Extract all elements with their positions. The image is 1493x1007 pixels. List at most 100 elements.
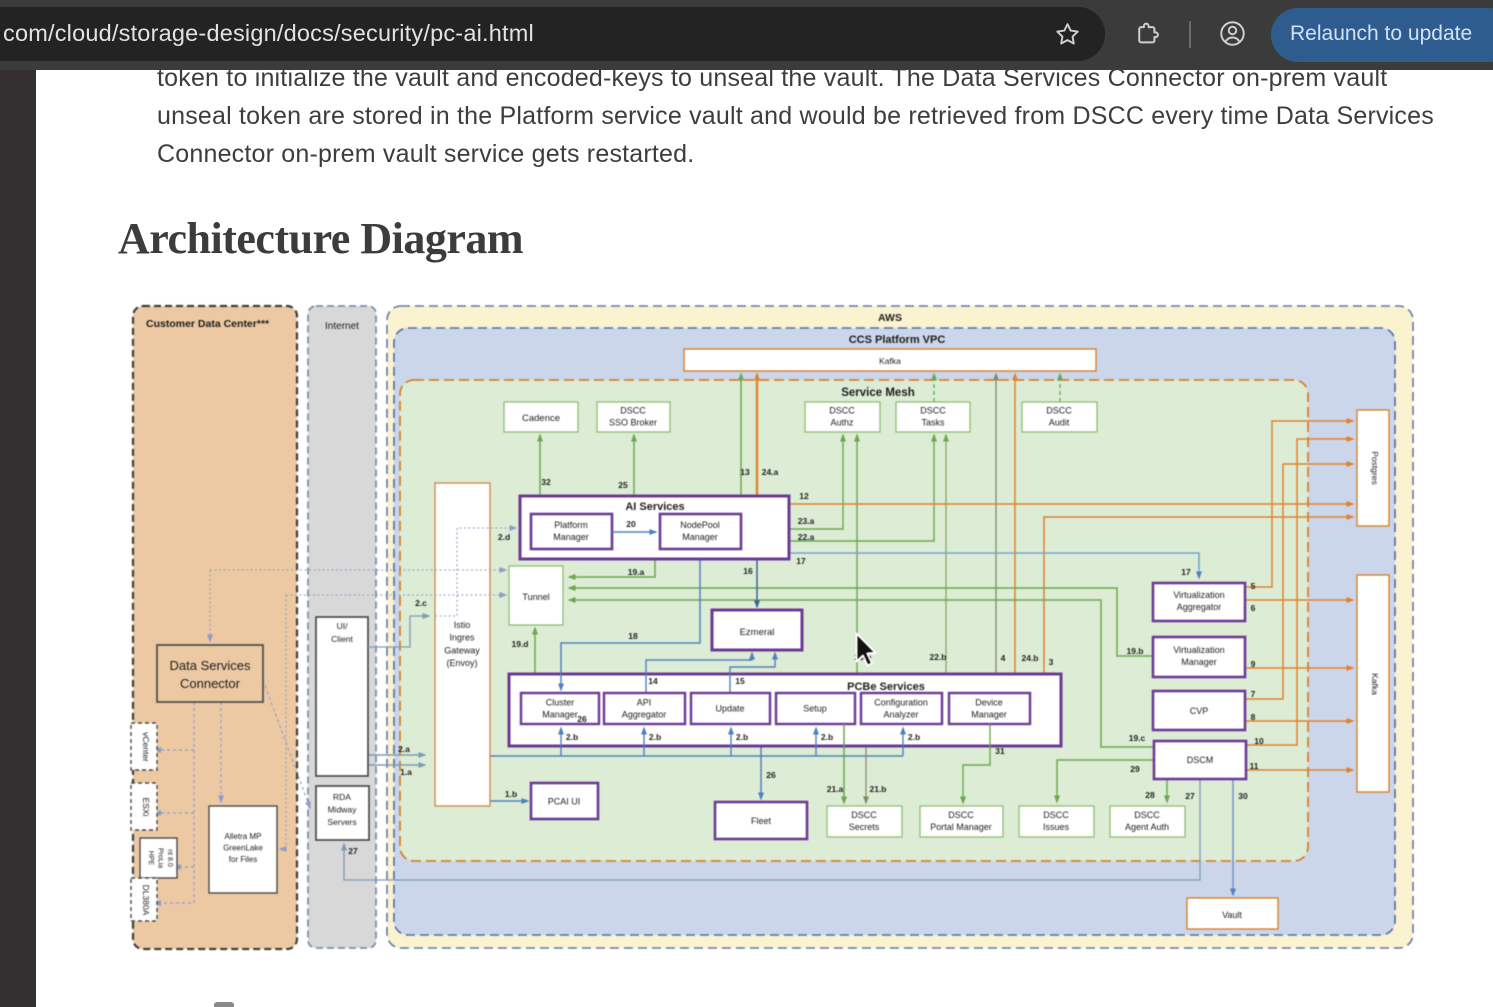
svg-text:Update: Update	[715, 704, 744, 714]
svg-text:for Files: for Files	[229, 855, 257, 864]
svg-text:Cluster: Cluster	[546, 698, 575, 708]
svg-text:GreenLake: GreenLake	[223, 844, 263, 853]
svg-text:7: 7	[1251, 689, 1256, 699]
svg-text:DSCC: DSCC	[829, 406, 855, 416]
svg-text:Data Services: Data Services	[170, 658, 251, 673]
svg-text:2.b: 2.b	[649, 732, 661, 742]
svg-text:25: 25	[618, 480, 628, 490]
svg-text:Aggregator: Aggregator	[1177, 602, 1222, 612]
svg-text:DSCC: DSCC	[948, 810, 974, 820]
svg-text:15: 15	[735, 676, 745, 686]
svg-text:Manager: Manager	[553, 532, 589, 542]
svg-text:23.a: 23.a	[798, 516, 815, 526]
svg-text:Manager: Manager	[682, 532, 718, 542]
svg-text:API: API	[637, 698, 652, 708]
svg-text:(Envoy): (Envoy)	[446, 658, 477, 668]
svg-text:PCBe Services: PCBe Services	[847, 681, 925, 693]
svg-text:Ingres: Ingres	[449, 633, 475, 643]
svg-text:32: 32	[541, 477, 551, 487]
svg-text:Manager: Manager	[1181, 657, 1217, 667]
svg-text:17: 17	[796, 556, 806, 566]
svg-text:2.c: 2.c	[415, 598, 427, 608]
svg-text:11: 11	[1250, 761, 1259, 771]
svg-text:nt 8.0: nt 8.0	[166, 849, 173, 867]
svg-text:PCAI UI: PCAI UI	[548, 797, 581, 807]
svg-text:Kafka: Kafka	[879, 356, 901, 366]
svg-text:AWS: AWS	[878, 312, 902, 324]
svg-text:Istio: Istio	[454, 620, 471, 630]
svg-text:2.b: 2.b	[566, 732, 578, 742]
svg-text:22.b: 22.b	[929, 652, 946, 662]
svg-text:Device: Device	[975, 698, 1003, 708]
svg-text:Secrets: Secrets	[849, 822, 880, 832]
svg-text:AI Services: AI Services	[625, 501, 684, 513]
svg-text:Manager: Manager	[542, 710, 578, 720]
svg-text:19.d: 19.d	[511, 639, 528, 649]
svg-text:Internet: Internet	[325, 321, 359, 332]
svg-text:20: 20	[626, 519, 636, 529]
svg-text:Midway: Midway	[328, 805, 358, 815]
svg-text:DSCC: DSCC	[1134, 810, 1160, 820]
svg-text:DL380A: DL380A	[141, 885, 151, 916]
svg-text:Audit: Audit	[1049, 418, 1070, 428]
svg-text:DSCC: DSCC	[920, 406, 946, 416]
svg-text:13: 13	[740, 467, 750, 477]
svg-text:18: 18	[628, 631, 638, 641]
svg-text:19.b: 19.b	[1126, 646, 1143, 656]
svg-text:SSO Broker: SSO Broker	[609, 418, 657, 428]
svg-text:DSCC: DSCC	[620, 406, 646, 416]
svg-text:Alletra MP: Alletra MP	[225, 832, 262, 841]
svg-text:Virtualization: Virtualization	[1173, 590, 1224, 600]
svg-text:DSCM: DSCM	[1187, 755, 1214, 765]
svg-text:Gateway: Gateway	[444, 645, 480, 655]
svg-text:5: 5	[1251, 581, 1256, 591]
svg-text:2.b: 2.b	[908, 732, 920, 742]
svg-text:Configuration: Configuration	[874, 698, 928, 708]
svg-text:Agent Auth: Agent Auth	[1125, 822, 1169, 832]
svg-text:ESXi: ESXi	[141, 798, 151, 817]
svg-text:19.c: 19.c	[1129, 733, 1146, 743]
svg-text:HPE: HPE	[147, 851, 154, 866]
svg-text:Postgres: Postgres	[1370, 451, 1380, 485]
svg-text:24.b: 24.b	[1021, 653, 1038, 663]
svg-text:UI/: UI/	[337, 621, 349, 631]
svg-text:DSCC: DSCC	[1046, 406, 1072, 416]
svg-text:19.a: 19.a	[628, 567, 645, 577]
svg-text:Virtualization: Virtualization	[1173, 645, 1224, 655]
svg-text:27: 27	[1185, 791, 1195, 801]
svg-text:14: 14	[648, 676, 658, 686]
svg-text:2.b: 2.b	[736, 732, 748, 742]
svg-text:Servers: Servers	[327, 817, 356, 827]
svg-text:Fleet: Fleet	[751, 816, 772, 826]
svg-text:12: 12	[799, 491, 809, 501]
svg-text:Authz: Authz	[830, 418, 854, 428]
svg-text:CCS Platform VPC: CCS Platform VPC	[849, 334, 946, 346]
svg-text:Tunnel: Tunnel	[522, 592, 549, 602]
svg-text:3: 3	[1049, 657, 1054, 667]
svg-text:26: 26	[577, 714, 587, 724]
svg-text:2.b: 2.b	[821, 732, 833, 742]
svg-text:Setup: Setup	[803, 704, 827, 714]
svg-text:1.a: 1.a	[400, 767, 412, 777]
svg-text:8: 8	[1251, 712, 1256, 722]
svg-text:Platform: Platform	[554, 520, 588, 530]
svg-text:Kafka: Kafka	[1370, 673, 1380, 695]
svg-text:2.d: 2.d	[498, 532, 510, 542]
svg-text:Vault: Vault	[1222, 910, 1242, 920]
svg-text:Portal Manager: Portal Manager	[930, 822, 992, 832]
svg-text:2.a: 2.a	[398, 744, 410, 754]
svg-text:4: 4	[1001, 653, 1006, 663]
svg-text:16: 16	[743, 566, 753, 576]
svg-text:31: 31	[995, 746, 1005, 756]
svg-text:26: 26	[766, 770, 776, 780]
svg-text:Analyzer: Analyzer	[883, 710, 918, 720]
svg-text:27: 27	[348, 846, 358, 856]
svg-text:Cadence: Cadence	[522, 413, 560, 424]
svg-text:22.a: 22.a	[798, 532, 815, 542]
svg-text:21.a: 21.a	[827, 784, 844, 794]
svg-text:10: 10	[1254, 736, 1264, 746]
svg-text:21.b: 21.b	[869, 784, 886, 794]
svg-text:Aggregator: Aggregator	[622, 710, 667, 720]
svg-text:Ezmeral: Ezmeral	[740, 627, 775, 638]
svg-text:Issues: Issues	[1043, 822, 1070, 832]
